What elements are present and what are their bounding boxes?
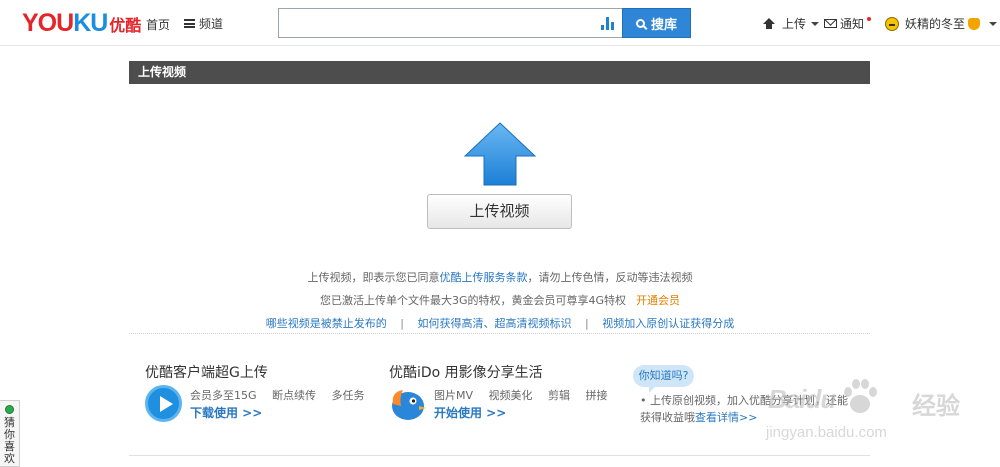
- vip-badge-icon: [968, 17, 981, 30]
- feature-item: 会员多至15G: [190, 389, 257, 402]
- did-you-know-bubble: 你知道吗?: [633, 365, 694, 393]
- upload-menu-label: 上传: [782, 17, 807, 31]
- terms-prefix: 上传视频，即表示您已同意: [307, 271, 440, 284]
- upload-icon: [763, 17, 775, 29]
- watermark-brand: Baidu: [768, 384, 836, 414]
- client-promo-title: 优酷客户端超G上传: [145, 365, 268, 381]
- view-details-link[interactable]: 查看详情>>: [695, 411, 757, 424]
- ido-features: 图片MV 视频美化 剪辑 拼接: [434, 387, 620, 403]
- user-menu[interactable]: 妖精的冬至: [885, 15, 998, 32]
- up-arrow-icon[interactable]: [464, 122, 536, 186]
- help-link-banned[interactable]: 哪些视频是被禁止发布的: [266, 317, 387, 330]
- start-using-link[interactable]: 开始使用 >>: [434, 404, 506, 421]
- avatar: [885, 16, 899, 31]
- unread-dot: [867, 16, 872, 21]
- section-title: 上传视频: [138, 65, 187, 79]
- bird-icon[interactable]: [389, 384, 427, 422]
- top-navigation-bar: YOUKU 优酷 首页 频道 搜库 上传 通知 妖精的冬至: [0, 0, 1000, 46]
- help-link-hd[interactable]: 如何获得高清、超高清视频标识: [418, 317, 572, 330]
- search-box: 搜库: [278, 8, 691, 38]
- divider: [129, 455, 870, 456]
- guess-you-like-label: 猜你喜欢: [4, 416, 15, 465]
- mail-icon: [824, 19, 837, 28]
- watermark-cn: 经验: [912, 392, 960, 420]
- search-input[interactable]: [278, 8, 623, 38]
- youku-logo[interactable]: YOUKU 优酷: [22, 10, 141, 36]
- nav-channel-menu[interactable]: 频道: [184, 15, 223, 32]
- search-button[interactable]: 搜库: [622, 8, 691, 38]
- bar-chart-icon[interactable]: [601, 17, 615, 30]
- ido-promo-title: 优酷iDo 用影像分享生活: [389, 365, 543, 381]
- terms-link[interactable]: 优酷上传服务条款: [440, 271, 528, 284]
- feature-item: 拼接: [585, 389, 608, 402]
- paw-icon: [844, 379, 877, 413]
- feature-item: 剪辑: [548, 389, 571, 402]
- baidu-jingyan-watermark: Baidu 经验 jingyan.baidu.com: [760, 362, 1000, 452]
- feature-item: 断点续传: [272, 389, 317, 402]
- watermark-url: jingyan.baidu.com: [766, 424, 887, 441]
- help-link-original[interactable]: 视频加入原创认证获得分成: [602, 317, 734, 330]
- upload-menu[interactable]: 上传: [763, 15, 820, 32]
- upload-video-button[interactable]: 上传视频: [427, 194, 572, 229]
- feature-item: 多任务: [331, 389, 365, 402]
- privilege-text: 您已激活上传单个文件最大3G的特权，黄金会员可尊享4G特权: [319, 294, 627, 307]
- terms-notice: 上传视频，即表示您已同意优酷上传服务条款，请勿上传色情，反动等违法视频: [0, 269, 1000, 285]
- nav-home-link[interactable]: 首页: [146, 16, 170, 33]
- separator: |: [585, 317, 589, 330]
- logo-wordmark: YOUKU: [22, 9, 108, 37]
- feature-item: 图片MV: [434, 389, 474, 402]
- play-icon[interactable]: [145, 385, 182, 422]
- chevron-down-icon: [811, 21, 820, 26]
- download-link[interactable]: 下载使用 >>: [190, 404, 262, 421]
- nav-channel-label: 频道: [199, 17, 224, 31]
- privilege-notice: 您已激活上传单个文件最大3G的特权，黄金会员可尊享4G特权 开通会员: [0, 292, 1000, 308]
- search-icon: [635, 18, 645, 28]
- terms-suffix: ，请勿上传色情，反动等违法视频: [527, 271, 693, 284]
- search-button-label: 搜库: [650, 17, 677, 33]
- divider: [129, 333, 870, 334]
- logo-part-ku: KU: [73, 9, 108, 37]
- client-features: 会员多至15G 断点续传 多任务: [190, 387, 377, 403]
- notification-menu[interactable]: 通知: [824, 15, 872, 32]
- username: 妖精的冬至: [905, 17, 966, 31]
- feature-item: 视频美化: [488, 389, 533, 402]
- menu-icon: [184, 19, 195, 28]
- chevron-down-icon: [989, 21, 998, 26]
- logo-part-you: YOU: [22, 9, 74, 37]
- help-links: 哪些视频是被禁止发布的 | 如何获得高清、超高清视频标识 | 视频加入原创认证获…: [0, 315, 1000, 331]
- separator: |: [400, 317, 404, 330]
- logo-chinese: 优酷: [109, 16, 142, 35]
- notification-label: 通知: [840, 17, 865, 31]
- open-vip-link[interactable]: 开通会员: [636, 294, 680, 307]
- section-title-bar: 上传视频: [129, 61, 870, 84]
- guess-you-like-tab[interactable]: 猜你喜欢: [0, 400, 20, 467]
- status-dot-icon: [5, 405, 14, 414]
